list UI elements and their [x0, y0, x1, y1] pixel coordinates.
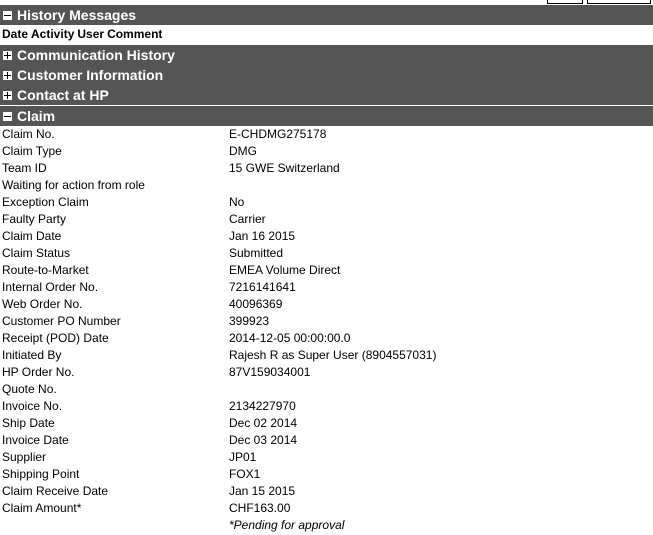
- claim-field-row: Claim Receive Date Jan 15 2015: [0, 483, 653, 500]
- claim-field-row: Quote No.: [0, 381, 653, 398]
- claim-field-row: Shipping Point FOX1: [0, 466, 653, 483]
- claim-field-row: Claim Date Jan 16 2015: [0, 228, 653, 245]
- claim-field-row: Receipt (POD) Date 2014-12-05 00:00:00.0: [0, 330, 653, 347]
- field-value: 87V159034001: [229, 365, 311, 379]
- section-title: Customer Information: [17, 67, 164, 83]
- plus-box-icon[interactable]: [3, 70, 12, 80]
- field-value: 2014-12-05 00:00:00.0: [229, 331, 351, 345]
- field-label: Claim Type: [2, 144, 62, 158]
- field-label: HP Order No.: [2, 365, 75, 379]
- column-activity: Activity: [31, 27, 75, 41]
- field-value: CHF163.00: [229, 501, 291, 515]
- section-claim[interactable]: Claim: [0, 106, 653, 126]
- claim-field-row: Internal Order No. 7216141641: [0, 279, 653, 296]
- history-column-headers: Date Activity User Comment: [0, 27, 653, 43]
- field-label: Claim Date: [2, 229, 62, 243]
- field-label: Quote No.: [2, 382, 57, 396]
- field-value: Carrier: [229, 212, 266, 226]
- field-value: No: [229, 195, 245, 209]
- minus-box-icon[interactable]: [3, 10, 12, 20]
- field-label: Shipping Point: [2, 467, 80, 481]
- field-label: Faulty Party: [2, 212, 67, 226]
- field-value: 2134227970: [229, 399, 296, 413]
- field-value: 40096369: [229, 297, 283, 311]
- claim-field-row: Waiting for action from role: [0, 177, 653, 194]
- field-value: FOX1: [229, 467, 261, 481]
- claim-field-row: Web Order No. 40096369: [0, 296, 653, 313]
- field-value: Submitted: [229, 246, 284, 260]
- field-label: Team ID: [2, 161, 47, 175]
- field-value: Dec 02 2014: [229, 416, 298, 430]
- field-label: Claim Receive Date: [2, 484, 109, 498]
- column-comment: Comment: [107, 27, 163, 41]
- minus-box-icon[interactable]: [3, 111, 12, 121]
- field-label: Route-to-Market: [2, 263, 89, 277]
- field-value: 15 GWE Switzerland: [229, 161, 340, 175]
- plus-box-icon[interactable]: [3, 90, 12, 100]
- pending-approval-note: *Pending for approval: [229, 518, 345, 532]
- section-customer-information[interactable]: Customer Information: [0, 65, 653, 85]
- top-button-1[interactable]: [547, 0, 583, 4]
- field-label: Customer PO Number: [2, 314, 121, 328]
- column-date: Date: [2, 27, 29, 41]
- column-user: User: [77, 27, 105, 41]
- field-value: 399923: [229, 314, 270, 328]
- top-button-2[interactable]: [587, 0, 651, 4]
- claim-field-row: Exception Claim No: [0, 194, 653, 211]
- field-label: Ship Date: [2, 416, 55, 430]
- field-label: Supplier: [2, 450, 47, 464]
- section-contact-at-hp[interactable]: Contact at HP: [0, 85, 653, 105]
- plus-box-icon[interactable]: [3, 50, 12, 60]
- field-value: EMEA Volume Direct: [229, 263, 341, 277]
- field-value: 7216141641: [229, 280, 296, 294]
- claim-field-row: Invoice No. 2134227970: [0, 398, 653, 415]
- claim-field-row: Team ID 15 GWE Switzerland: [0, 160, 653, 177]
- field-value: DMG: [229, 144, 257, 158]
- top-buttons: [547, 0, 651, 4]
- field-label: Initiated By: [2, 348, 62, 362]
- field-value: Jan 16 2015: [229, 229, 296, 243]
- field-label: Exception Claim: [2, 195, 89, 209]
- claim-field-row: Faulty Party Carrier: [0, 211, 653, 228]
- field-label: Invoice Date: [2, 433, 69, 447]
- field-label: Internal Order No.: [2, 280, 99, 294]
- section-communication-history[interactable]: Communication History: [0, 45, 653, 65]
- field-label: Invoice No.: [2, 399, 63, 413]
- claim-field-row: Claim Amount* CHF163.00: [0, 500, 653, 517]
- field-label: Receipt (POD) Date: [2, 331, 109, 345]
- pending-note-row: *Pending for approval: [0, 517, 653, 534]
- claim-field-row: Claim Status Submitted: [0, 245, 653, 262]
- field-value: Rajesh R as Super User (8904557031): [229, 348, 437, 362]
- claim-field-row: Invoice Date Dec 03 2014: [0, 432, 653, 449]
- claim-field-row: Initiated By Rajesh R as Super User (8904…: [0, 347, 653, 364]
- claim-details: Claim No. E-CHDMG275178 Claim Type DMG Team …: [0, 126, 653, 534]
- claim-field-row: Claim Type DMG: [0, 143, 653, 160]
- section-title: Claim: [17, 108, 56, 124]
- section-history-messages[interactable]: History Messages: [0, 5, 653, 25]
- claim-field-row: Claim No. E-CHDMG275178: [0, 126, 653, 143]
- claim-field-row: Customer PO Number 399923: [0, 313, 653, 330]
- section-title: Contact at HP: [17, 87, 109, 103]
- field-value: JP01: [229, 450, 257, 464]
- field-value: Dec 03 2014: [229, 433, 298, 447]
- claim-field-row: Ship Date Dec 02 2014: [0, 415, 653, 432]
- field-label: Waiting for action from role: [2, 178, 145, 192]
- field-label: Claim Amount*: [2, 501, 82, 515]
- claim-field-row: Route-to-Market EMEA Volume Direct: [0, 262, 653, 279]
- field-value: Jan 15 2015: [229, 484, 296, 498]
- field-value: E-CHDMG275178: [229, 127, 327, 141]
- field-label: Claim Status: [2, 246, 71, 260]
- claim-field-row: HP Order No. 87V159034001: [0, 364, 653, 381]
- section-title: History Messages: [17, 7, 137, 23]
- field-label: Web Order No.: [2, 297, 83, 311]
- claim-field-row: Supplier JP01: [0, 449, 653, 466]
- section-title: Communication History: [17, 47, 175, 63]
- field-label: Claim No.: [2, 127, 55, 141]
